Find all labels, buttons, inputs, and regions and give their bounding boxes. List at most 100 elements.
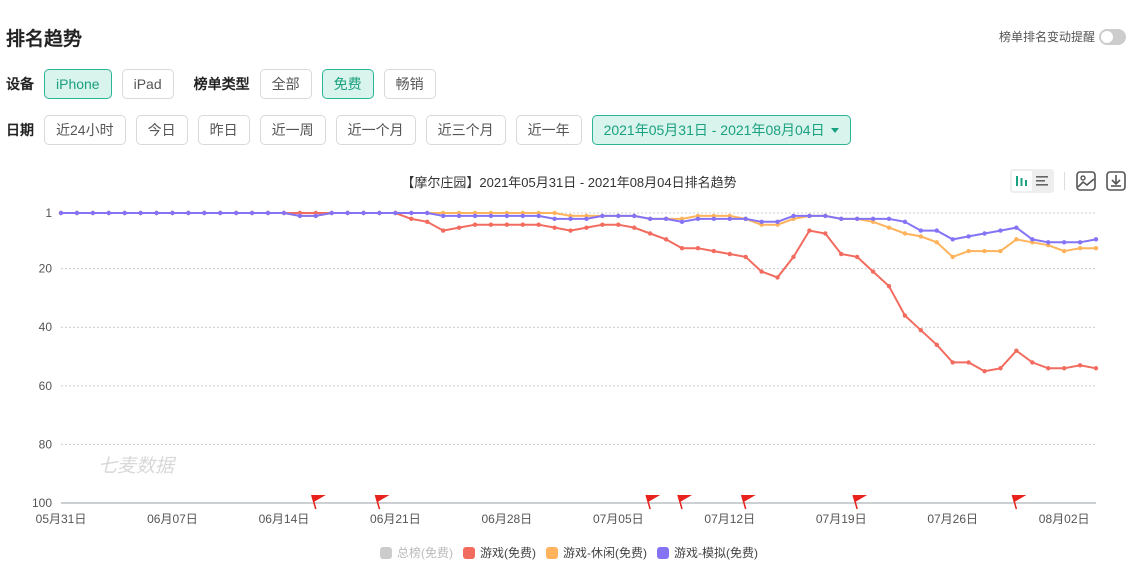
data-point (982, 231, 987, 236)
data-point (711, 248, 717, 254)
data-point (695, 216, 701, 222)
data-point (361, 210, 366, 216)
data-point (281, 210, 287, 216)
data-point (1046, 366, 1051, 371)
caret-down-icon (830, 127, 839, 133)
legend-swatch (657, 546, 669, 559)
x-tick-label: 07月26日 (927, 512, 978, 526)
watermark: 七麦数据 (98, 456, 177, 477)
device-iphone-button[interactable]: iPhone (44, 69, 112, 99)
save-image-icon[interactable] (1075, 170, 1097, 192)
data-point (934, 228, 939, 233)
data-point (807, 228, 812, 233)
data-point (536, 222, 541, 227)
legend-item-games[interactable]: 游戏(免费) (463, 544, 536, 561)
data-point (584, 225, 589, 230)
legend-label: 游戏-休闲(免费) (563, 546, 647, 560)
data-point (472, 213, 478, 219)
data-point (966, 234, 971, 239)
x-tick-label: 07月19日 (816, 512, 867, 526)
type-all-button[interactable]: 全部 (259, 69, 312, 99)
y-tick-label: 100 (32, 496, 52, 510)
data-point (345, 210, 350, 216)
event-flag-icon[interactable] (677, 494, 692, 510)
data-point (409, 216, 414, 222)
legend-item-overall[interactable]: 总榜(免费) (380, 544, 453, 561)
legend-swatch (463, 546, 475, 559)
chart-title: 【摩尔庄园】2021年05月31日 - 2021年08月04日排名趋势 (401, 175, 737, 190)
legend-item-casual[interactable]: 游戏-休闲(免费) (546, 544, 647, 561)
event-flag-icon[interactable] (645, 494, 661, 510)
legend-item-simulation[interactable]: 游戏-模拟(免费) (657, 544, 758, 561)
event-flag-icon[interactable] (1011, 494, 1027, 510)
data-point (425, 219, 430, 224)
date-range-picker[interactable]: 2021年05月31日 - 2021年08月04日 (591, 115, 851, 145)
rank-alert-toggle[interactable] (1099, 28, 1126, 45)
data-point (58, 210, 64, 216)
device-label: 设备 (6, 76, 34, 92)
event-flag-icon[interactable] (374, 494, 390, 510)
data-point (743, 216, 748, 222)
event-flag-icon[interactable] (740, 494, 756, 510)
data-point (998, 366, 1003, 371)
data-point (982, 368, 987, 374)
data-point (966, 360, 971, 365)
data-point (440, 228, 446, 233)
download-icon[interactable] (1105, 170, 1127, 192)
bar-view-icon[interactable] (1012, 171, 1032, 191)
data-point (377, 210, 382, 216)
date-24h-button[interactable]: 近24小时 (44, 115, 126, 145)
x-tick-label: 06月07日 (147, 512, 198, 526)
type-free-button[interactable]: 免费 (321, 69, 374, 99)
data-point (950, 254, 955, 260)
legend-swatch (380, 546, 392, 559)
rank-chart: 七麦数据 1 20 40 60 80 100 05月31日 06月07日 06月14日 06月2… (32, 206, 1099, 526)
data-point (425, 210, 430, 216)
data-point (632, 225, 637, 230)
data-point (552, 225, 557, 230)
data-point (886, 225, 892, 230)
legend-label: 游戏(免费) (480, 546, 536, 560)
data-point (202, 210, 207, 216)
data-point (568, 228, 573, 233)
data-point (839, 251, 844, 257)
data-point (854, 216, 860, 222)
data-point (759, 219, 764, 224)
data-point (472, 222, 478, 227)
data-point (1061, 366, 1067, 371)
data-point (902, 313, 908, 318)
data-point (902, 219, 908, 224)
list-view-icon[interactable] (1032, 171, 1052, 191)
data-point (695, 245, 701, 251)
data-point (122, 210, 127, 216)
legend-swatch (546, 546, 558, 559)
date-year-button[interactable]: 近一年 (515, 115, 582, 145)
device-ipad-button[interactable]: iPad (121, 69, 174, 99)
page-title: 排名趋势 (6, 29, 83, 50)
date-week-button[interactable]: 近一周 (259, 115, 326, 145)
event-flag-icon[interactable] (311, 494, 326, 510)
data-point (1077, 363, 1083, 368)
data-point (536, 213, 541, 219)
data-point (1061, 240, 1067, 245)
x-tick-label: 06月28日 (481, 512, 532, 526)
data-point (1061, 248, 1067, 254)
date-today-button[interactable]: 今日 (135, 115, 188, 145)
data-point (775, 275, 780, 280)
data-point (218, 210, 223, 216)
data-point (727, 251, 732, 257)
data-point (265, 210, 271, 216)
date-3months-button[interactable]: 近三个月 (425, 115, 506, 145)
data-point (839, 216, 844, 222)
date-yesterday-button[interactable]: 昨日 (197, 115, 250, 145)
event-flag-icon[interactable] (852, 494, 868, 510)
date-month-button[interactable]: 近一个月 (335, 115, 416, 145)
data-point (807, 213, 812, 219)
data-point (504, 222, 510, 227)
data-point (520, 222, 525, 227)
data-point (870, 269, 876, 274)
type-grossing-button[interactable]: 畅销 (383, 69, 436, 99)
data-point (998, 228, 1003, 233)
data-point (1093, 237, 1099, 242)
y-tick-label: 1 (45, 206, 52, 220)
